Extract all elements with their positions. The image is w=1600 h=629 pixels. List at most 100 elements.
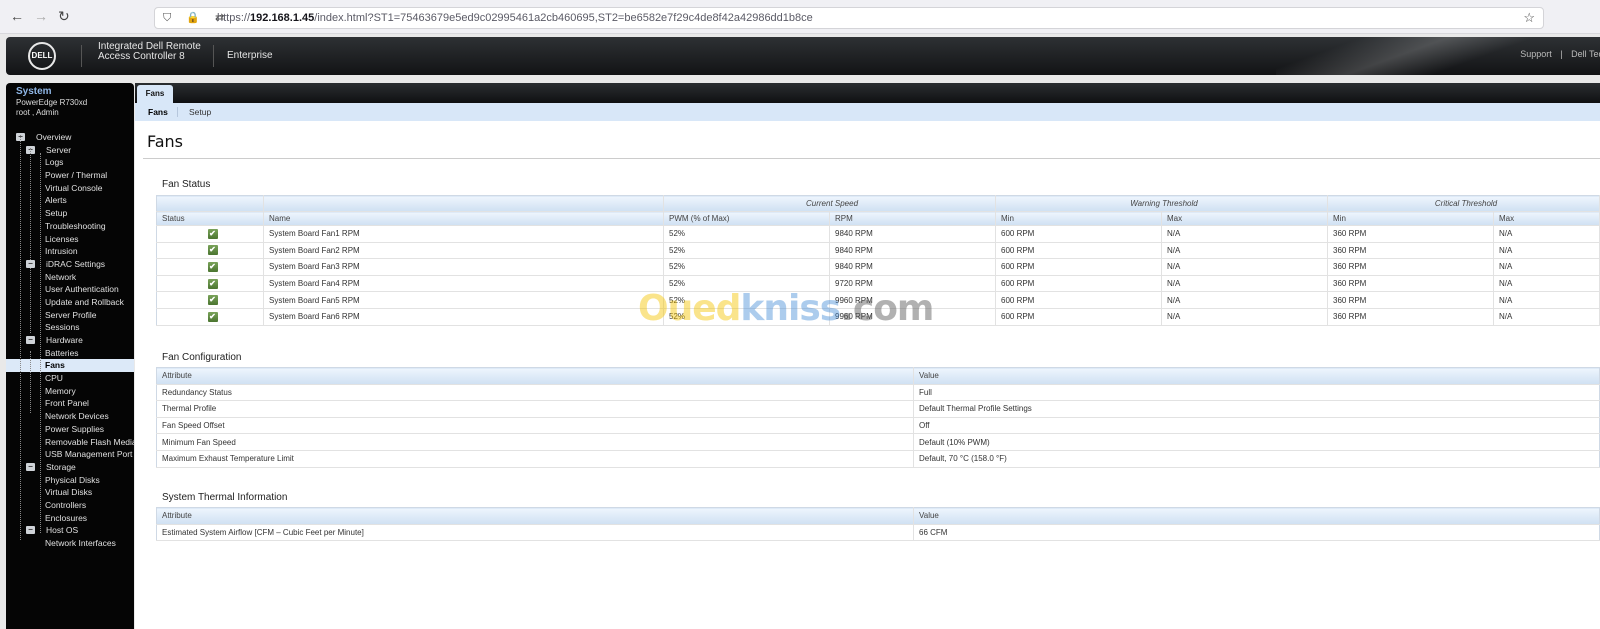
sidebar-item-memory[interactable]: Memory (6, 385, 134, 398)
sidebar-item-licenses[interactable]: Licenses (6, 233, 134, 246)
fan-name: System Board Fan4 RPM (263, 275, 664, 293)
column-header-row: Attribute Value (156, 507, 1600, 525)
col-critical-max[interactable]: Max (1493, 211, 1600, 226)
system-thermal-title: System Thermal Information (162, 492, 288, 503)
reload-icon[interactable]: ↻ (58, 8, 70, 25)
col-pwm[interactable]: PWM (% of Max) (663, 211, 830, 226)
sidebar-item-label: Troubleshooting (45, 220, 106, 231)
pwm-value: 52% (663, 275, 830, 293)
subtab-setup[interactable]: Setup (189, 103, 211, 121)
col-rpm[interactable]: RPM (829, 211, 996, 226)
sidebar-item-physical-disks[interactable]: Physical Disks (6, 474, 134, 487)
fan-status-title: Fan Status (162, 179, 211, 190)
sidebar-item-virtual-console[interactable]: Virtual Console (6, 182, 134, 195)
sidebar-item-enclosures[interactable]: Enclosures (6, 512, 134, 525)
fan-name: System Board Fan1 RPM (263, 225, 664, 243)
dell-logo: DELL (28, 42, 56, 70)
pwm-value: 52% (663, 242, 830, 260)
sidebar-item-label: User Authentication (45, 284, 119, 295)
system-title[interactable]: System (16, 86, 52, 97)
sidebar-item-update-and-rollback[interactable]: Update and Rollback (6, 296, 134, 309)
status-ok-icon: ✔ (207, 261, 218, 272)
bookmark-star-icon[interactable]: ☆ (1523, 8, 1535, 28)
link-separator: | (1560, 49, 1563, 59)
status-cell: ✔ (156, 275, 264, 293)
attribute-cell: Thermal Profile (156, 400, 914, 418)
tree-connector-line (20, 135, 21, 540)
collapse-toggle-icon[interactable]: − (26, 462, 35, 471)
sidebar-item-label: Front Panel (45, 398, 89, 409)
subtab-fans[interactable]: Fans (148, 103, 168, 121)
warning-max: N/A (1161, 275, 1328, 293)
site-security-icons[interactable]: ⛉ 🔒 ⇄ (163, 8, 230, 28)
back-icon[interactable]: ← (10, 8, 24, 24)
critical-max: N/A (1493, 258, 1600, 276)
sidebar-item-power-thermal[interactable]: Power / Thermal (6, 169, 134, 182)
sidebar-item-controllers[interactable]: Controllers (6, 499, 134, 512)
sidebar-item-label: iDRAC Settings (46, 258, 106, 269)
collapse-toggle-icon[interactable]: − (26, 336, 35, 344)
attribute-cell: Minimum Fan Speed (156, 433, 914, 451)
status-cell: ✔ (156, 258, 264, 276)
sidebar-item-troubleshooting[interactable]: Troubleshooting (6, 220, 134, 233)
table-row: Minimum Fan Speed Default (10% PWM) (156, 433, 1600, 451)
tab-fans[interactable]: Fans (137, 85, 173, 105)
col-critical-min[interactable]: Min (1327, 211, 1494, 226)
sidebar-item-hardware[interactable]: − Hardware (6, 334, 134, 347)
sidebar-item-label: USB Management Port (45, 449, 133, 460)
status-cell: ✔ (156, 291, 264, 309)
sidebar-item-network-interfaces[interactable]: Network Interfaces (6, 537, 134, 550)
sidebar-item-front-panel[interactable]: Front Panel (6, 397, 134, 410)
sidebar-item-network-devices[interactable]: Network Devices (6, 410, 134, 423)
sidebar-item-setup[interactable]: Setup (6, 207, 134, 220)
sidebar-item-user-authentication[interactable]: User Authentication (6, 283, 134, 296)
sidebar-item-idrac-settings[interactable]: − iDRAC Settings (6, 258, 134, 271)
sidebar-item-network[interactable]: Network (6, 271, 134, 284)
sidebar-item-power-supplies[interactable]: Power Supplies (6, 423, 134, 436)
dell-tech-center-link[interactable]: Dell Tec (1571, 49, 1600, 59)
col-status[interactable]: Status (156, 211, 264, 226)
group-header-row: Current Speed Warning Threshold Critical… (156, 195, 1600, 212)
sidebar-item-storage[interactable]: − Storage (6, 461, 134, 474)
col-warning-max[interactable]: Max (1161, 211, 1328, 226)
value-cell: Full (913, 384, 1600, 402)
warning-min: 600 RPM (995, 291, 1162, 309)
url-bar[interactable]: ⛉ 🔒 ⇄ https://192.168.1.45/index.html?ST… (154, 7, 1544, 29)
system-model: PowerEdge R730xd (16, 98, 88, 107)
rpm-value: 9960 RPM (829, 308, 996, 326)
collapse-toggle-icon[interactable]: − (26, 259, 35, 268)
sidebar-item-cpu[interactable]: CPU (6, 372, 134, 385)
warning-min: 600 RPM (995, 258, 1162, 276)
forward-icon[interactable]: → (34, 8, 48, 24)
column-header-row: Attribute Value (156, 367, 1600, 385)
sidebar-item-label: Removable Flash Media (45, 436, 137, 447)
sidebar-item-intrusion[interactable]: Intrusion (6, 245, 134, 258)
sidebar-item-label: Hardware (46, 335, 83, 345)
navigation-tree: − Overview − Server Logs Power / Thermal Virtu… (6, 131, 137, 550)
support-link[interactable]: Support (1520, 49, 1552, 59)
sidebar-item-server-profile[interactable]: Server Profile (6, 309, 134, 322)
sidebar-item-removable-flash-media[interactable]: Removable Flash Media (6, 436, 137, 449)
collapse-toggle-icon[interactable]: − (26, 526, 35, 535)
critical-min: 360 RPM (1327, 275, 1494, 293)
sidebar-item-logs[interactable]: Logs (6, 156, 134, 169)
sidebar-item-label: Network (45, 271, 77, 282)
sidebar-item-server[interactable]: − Server (6, 144, 134, 157)
sidebar-item-virtual-disks[interactable]: Virtual Disks (6, 486, 134, 499)
sidebar-item-overview[interactable]: − Overview (6, 131, 134, 144)
subtab-divider (177, 107, 178, 117)
col-name[interactable]: Name (263, 211, 664, 226)
fan-configuration-table: Attribute Value Redundancy Status Full The… (156, 367, 1600, 468)
sidebar-item-fans[interactable]: Fans (6, 359, 134, 373)
sidebar-item-alerts[interactable]: Alerts (6, 194, 134, 207)
sidebar-item-sessions[interactable]: Sessions (6, 321, 134, 334)
col-warning-min[interactable]: Min (995, 211, 1162, 226)
sidebar-item-label: Network Interfaces (45, 538, 116, 548)
sidebar-item-host-os[interactable]: − Host OS (6, 524, 134, 537)
sidebar-item-batteries[interactable]: Batteries (6, 347, 134, 360)
sidebar-item-label: Power / Thermal (45, 170, 108, 181)
sidebar-item-usb-management-port[interactable]: USB Management Port (6, 448, 134, 461)
tree-connector-line (30, 268, 31, 333)
sidebar-item-label: Logs (45, 157, 64, 168)
value-cell: Default, 70 °C (158.0 °F) (913, 450, 1600, 468)
